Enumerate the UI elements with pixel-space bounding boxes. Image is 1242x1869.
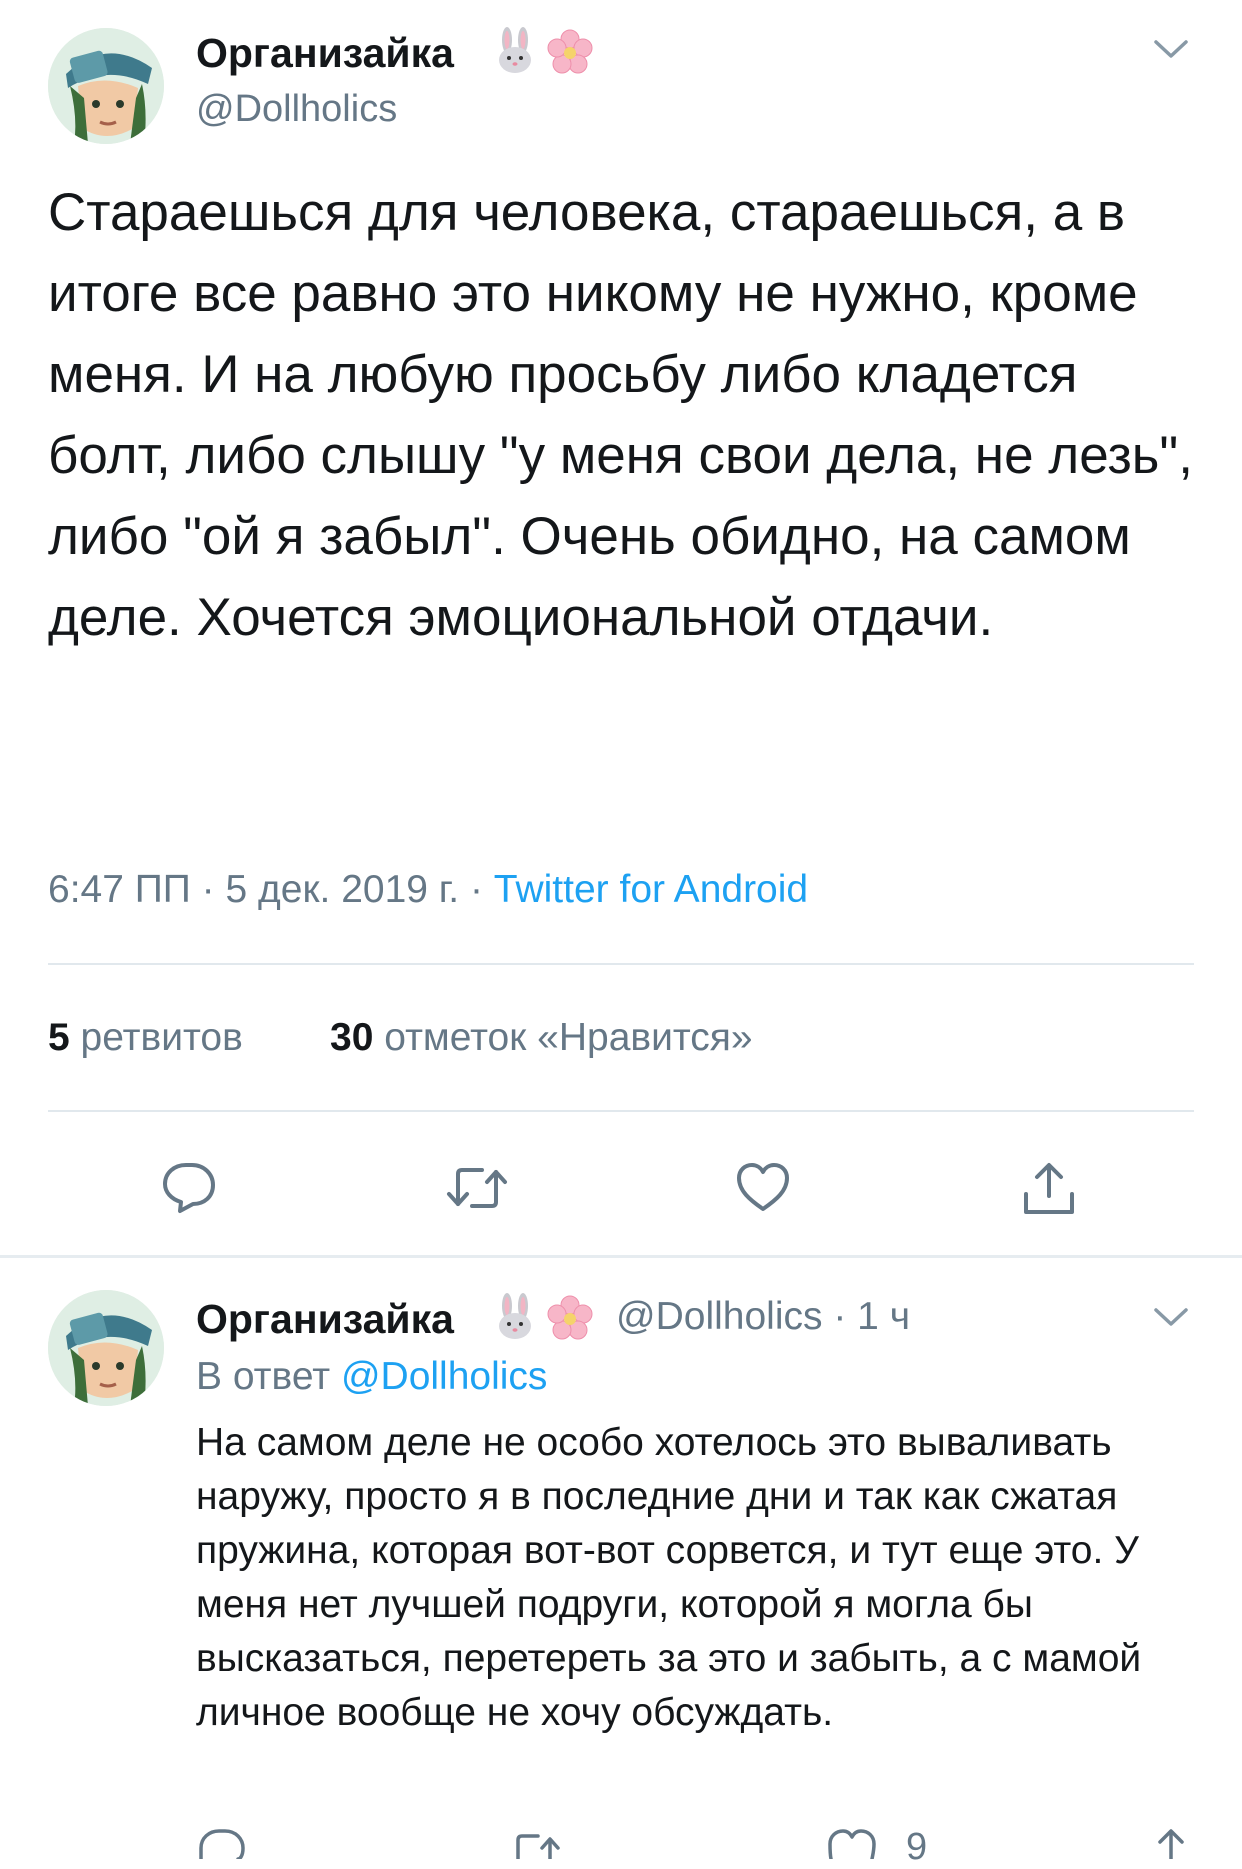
tweet-source[interactable]: Twitter for Android <box>494 868 808 911</box>
reply-like-button[interactable] <box>826 1826 878 1864</box>
heart-icon <box>737 1163 789 1211</box>
chevron-down-icon[interactable] <box>1152 36 1190 67</box>
reply-to-link[interactable]: @Dollholics <box>341 1355 547 1398</box>
author-handle[interactable]: @Dollholics <box>196 88 397 131</box>
likes-label: отметок «Нравится» <box>384 1016 753 1059</box>
retweets-count: 5 <box>48 1016 70 1059</box>
reply-comment-button[interactable] <box>196 1826 248 1864</box>
reply-likes-count: 9 <box>906 1826 928 1868</box>
share-icon <box>1158 1829 1184 1861</box>
reply-share-button[interactable] <box>1146 1826 1196 1864</box>
retweets-label: ретвитов <box>80 1016 243 1059</box>
comment-icon <box>163 1163 215 1213</box>
author-name[interactable]: Организайка <box>196 30 454 77</box>
retweet-icon <box>447 1168 507 1208</box>
meta-separator: · <box>201 868 215 911</box>
meta-separator: · <box>469 868 483 911</box>
tweet-time[interactable]: 6:47 ПП <box>48 868 191 911</box>
rabbit-emoji <box>490 1292 540 1347</box>
reply-context: В ответ @Dollholics <box>196 1355 547 1399</box>
comment-icon <box>199 1829 245 1861</box>
heart-icon <box>828 1829 876 1861</box>
reply-author-name[interactable]: Организайка <box>196 1296 454 1343</box>
like-button[interactable] <box>734 1160 792 1219</box>
share-button[interactable] <box>1020 1160 1078 1223</box>
divider <box>48 963 1194 965</box>
reply-retweet-button[interactable] <box>506 1826 564 1864</box>
tweet-text: Стараешься для человека, стараешься, а в… <box>48 183 1193 647</box>
tweet-date[interactable]: 5 дек. 2019 г. <box>226 868 460 911</box>
retweet-button[interactable] <box>444 1160 510 1221</box>
like-stats[interactable]: 30 отметок «Нравится» <box>330 1016 753 1060</box>
chevron-down-icon[interactable] <box>1152 1304 1190 1335</box>
tweet-meta: 6:47 ПП · 5 дек. 2019 г. · Twitter for A… <box>48 868 808 912</box>
meta-separator: · <box>833 1295 847 1338</box>
likes-count: 30 <box>330 1016 374 1059</box>
reply-prefix: В ответ <box>196 1355 331 1398</box>
thread-divider <box>0 1255 1242 1258</box>
cherry-blossom-emoji <box>546 1294 594 1347</box>
retweet-icon <box>516 1834 560 1861</box>
author-avatar[interactable] <box>48 28 164 144</box>
cherry-blossom-emoji <box>546 28 594 81</box>
reply-author-handle-line: @Dollholics · 1 ч <box>616 1295 910 1339</box>
divider <box>48 1110 1194 1112</box>
rabbit-emoji <box>490 26 540 81</box>
retweet-stats[interactable]: 5 ретвитов <box>48 1016 243 1060</box>
reply-button[interactable] <box>160 1160 218 1221</box>
share-icon <box>1024 1163 1074 1214</box>
reply-text: На самом деле не особо хотелось это выва… <box>196 1421 1142 1734</box>
reply-age: 1 ч <box>857 1295 911 1338</box>
reply-author-handle[interactable]: @Dollholics <box>616 1295 822 1338</box>
reply-author-avatar[interactable] <box>48 1290 164 1406</box>
